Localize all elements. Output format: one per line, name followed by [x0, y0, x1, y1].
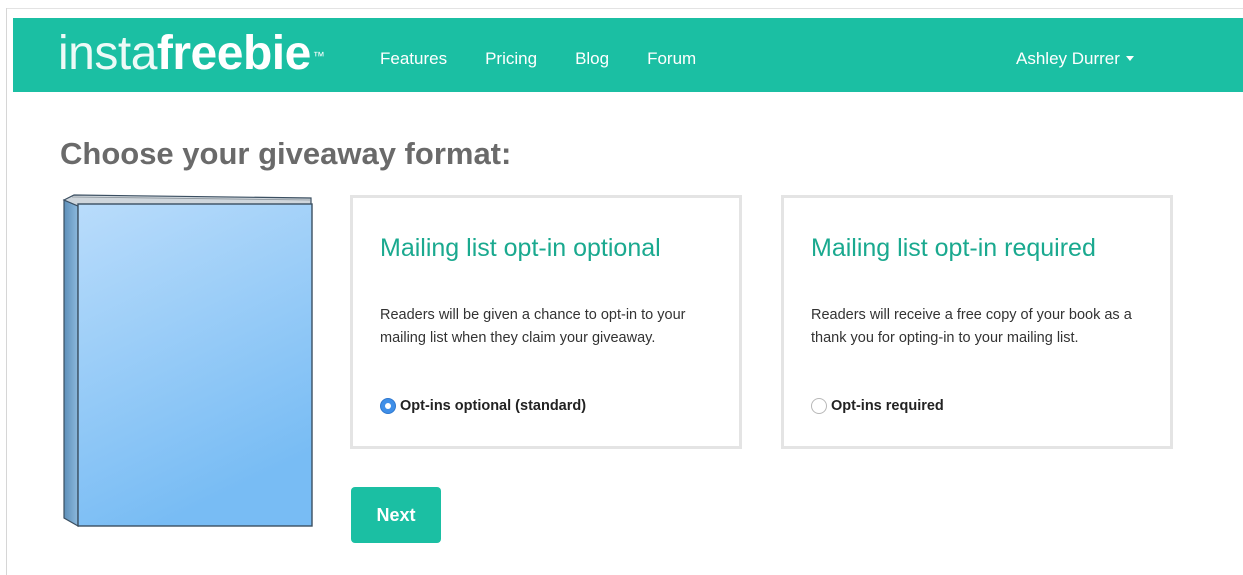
- top-navbar: instafreebie ™ Features Pricing Blog Foru…: [13, 18, 1243, 92]
- option-title: Mailing list opt-in optional: [380, 234, 661, 262]
- radio-option-optional[interactable]: Opt-ins optional (standard): [380, 397, 586, 415]
- logo-text-bold: freebie: [156, 27, 311, 80]
- option-card-required[interactable]: Mailing list opt-in required Readers wil…: [781, 195, 1173, 449]
- radio-label: Opt-ins optional (standard): [400, 398, 587, 414]
- radio-unselected-icon[interactable]: [811, 398, 827, 414]
- option-title: Mailing list opt-in required: [811, 234, 1096, 262]
- brand-logo[interactable]: instafreebie ™: [58, 27, 325, 81]
- nav-link-forum[interactable]: Forum: [647, 48, 696, 70]
- radio-option-required[interactable]: Opt-ins required: [811, 397, 944, 415]
- book-cover-image: [62, 192, 314, 528]
- option-description: Readers will receive a free copy of your…: [811, 307, 1132, 346]
- book-illustration: [62, 194, 313, 528]
- caret-down-icon: [1125, 56, 1134, 62]
- option-description: Readers will be given a chance to opt-in…: [380, 307, 686, 346]
- nav-link-blog[interactable]: Blog: [575, 48, 609, 70]
- primary-nav: Features Pricing Blog Forum: [380, 48, 734, 70]
- logo-text-light: insta: [58, 27, 157, 80]
- trademark-symbol: ™: [312, 49, 325, 63]
- next-button[interactable]: Next: [351, 487, 441, 543]
- radio-selected-icon[interactable]: [380, 398, 396, 414]
- radio-label: Opt-ins required: [831, 398, 944, 414]
- window-border-top: [6, 8, 1243, 9]
- page-title: Choose your giveaway format:: [60, 136, 512, 171]
- nav-link-pricing[interactable]: Pricing: [485, 48, 537, 70]
- user-menu-dropdown[interactable]: Ashley Durrer: [1016, 48, 1134, 70]
- window-border-left: [6, 8, 7, 575]
- nav-link-features[interactable]: Features: [380, 48, 447, 70]
- option-card-optional[interactable]: Mailing list opt-in optional Readers wil…: [350, 195, 742, 449]
- user-name: Ashley Durrer: [1016, 49, 1120, 68]
